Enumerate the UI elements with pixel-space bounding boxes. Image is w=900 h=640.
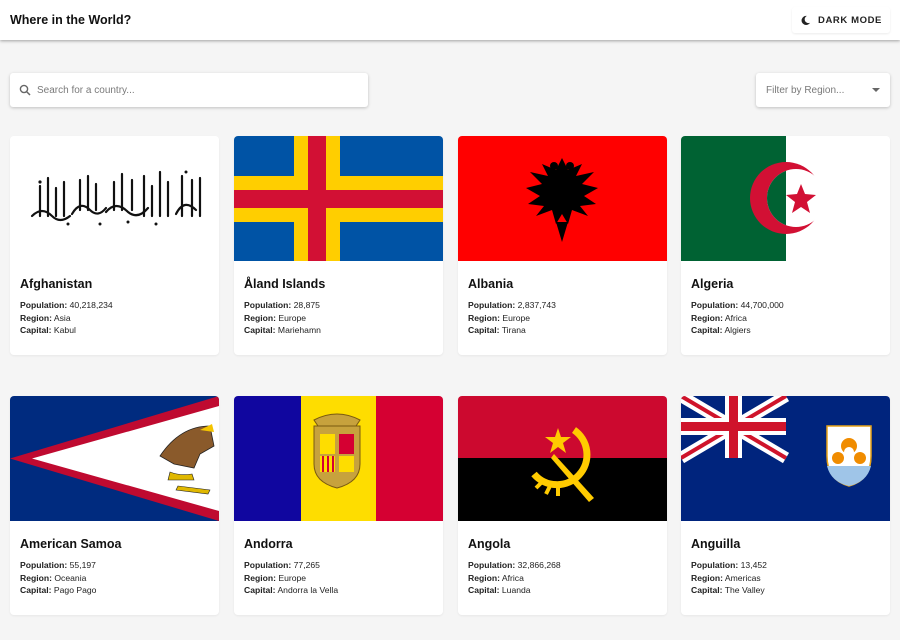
- flag-albania: [458, 136, 667, 261]
- flag-aland-islands: [234, 136, 443, 261]
- region-filter-label: Filter by Region...: [766, 84, 845, 96]
- chevron-down-icon: [872, 88, 880, 92]
- flag-algeria: [681, 136, 890, 261]
- flag-anguilla: [681, 396, 890, 521]
- search-icon: [19, 84, 31, 96]
- country-facts: Population: 40,218,234 Region: Asia Capi…: [20, 300, 113, 336]
- country-card-anguilla[interactable]: Anguilla Population: 13,452 Region: Amer…: [681, 396, 890, 615]
- country-facts: Population: 55,197 Region: Oceania Capit…: [20, 560, 97, 596]
- country-card-aland[interactable]: Åland Islands Population: 28,875 Region:…: [234, 136, 443, 355]
- country-card-afghanistan[interactable]: Afghanistan Population: 40,218,234 Regio…: [10, 136, 219, 355]
- flag-angola: [458, 396, 667, 521]
- country-name: Anguilla: [691, 537, 741, 551]
- country-card-algeria[interactable]: Algeria Population: 44,700,000 Region: A…: [681, 136, 890, 355]
- country-card-albania[interactable]: Albania Population: 2,837,743 Region: Eu…: [458, 136, 667, 355]
- flag-afghanistan: [10, 136, 219, 261]
- country-card-andorra[interactable]: Andorra Population: 77,265 Region: Europ…: [234, 396, 443, 615]
- country-facts: Population: 2,837,743 Region: Europe Cap…: [468, 300, 556, 336]
- app-title: Where in the World?: [10, 13, 132, 27]
- search-box[interactable]: [10, 73, 368, 107]
- country-name: Angola: [468, 537, 511, 551]
- dark-mode-label: DARK MODE: [818, 14, 882, 26]
- flag-american-samoa: [10, 396, 219, 521]
- moon-icon: [801, 15, 811, 25]
- country-name: Åland Islands: [244, 277, 326, 291]
- app-header: Where in the World? DARK MODE: [0, 0, 900, 40]
- country-card-american-samoa[interactable]: American Samoa Population: 55,197 Region…: [10, 396, 219, 615]
- country-card-angola[interactable]: Angola Population: 32,866,268 Region: Af…: [458, 396, 667, 615]
- country-name: Afghanistan: [20, 277, 93, 291]
- country-name: American Samoa: [20, 537, 122, 551]
- flag-andorra: [234, 396, 443, 521]
- country-facts: Population: 32,866,268 Region: Africa Ca…: [468, 560, 561, 596]
- country-name: Albania: [468, 277, 514, 291]
- search-input[interactable]: [37, 84, 337, 96]
- country-facts: Population: 28,875 Region: Europe Capita…: [244, 300, 321, 336]
- country-name: Algeria: [691, 277, 734, 291]
- dark-mode-toggle[interactable]: DARK MODE: [792, 7, 890, 33]
- country-facts: Population: 13,452 Region: Americas Capi…: [691, 560, 767, 596]
- country-facts: Population: 77,265 Region: Europe Capita…: [244, 560, 339, 596]
- country-facts: Population: 44,700,000 Region: Africa Ca…: [691, 300, 784, 336]
- country-name: Andorra: [244, 537, 293, 551]
- region-filter[interactable]: Filter by Region...: [756, 73, 890, 107]
